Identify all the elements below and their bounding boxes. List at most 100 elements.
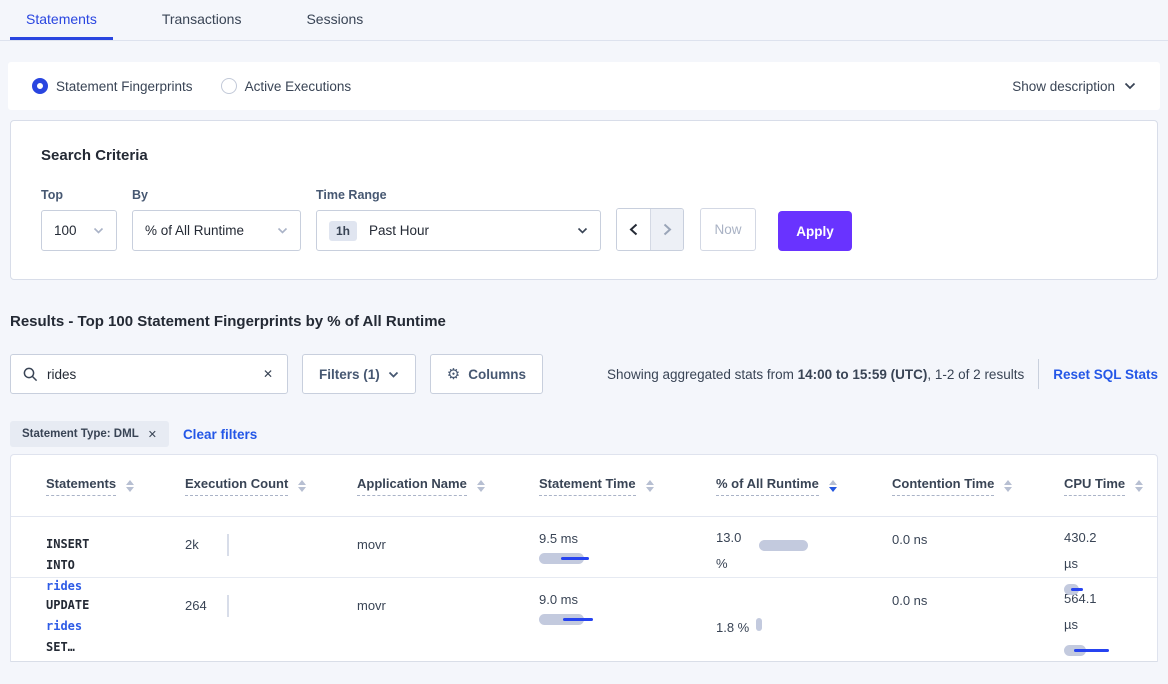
header-contention-time: Contention Time bbox=[892, 455, 1064, 516]
sort-icon[interactable] bbox=[298, 480, 306, 492]
cpu-time-cell: 430.2 µs bbox=[1064, 517, 1157, 597]
previous-time-button[interactable] bbox=[617, 209, 650, 250]
top-select[interactable]: 100 bbox=[41, 210, 117, 251]
sort-icon[interactable] bbox=[1004, 480, 1012, 492]
filter-pill-statement-type[interactable]: Statement Type: DML ✕ bbox=[10, 421, 169, 447]
header-label[interactable]: Contention Time bbox=[892, 476, 994, 496]
time-range-label: Time Range bbox=[316, 188, 601, 202]
cpu-time-bar bbox=[1064, 645, 1157, 657]
header-label[interactable]: Execution Count bbox=[185, 476, 288, 496]
active-filters-row: Statement Type: DML ✕ Clear filters bbox=[10, 421, 1168, 447]
tab-statements[interactable]: Statements bbox=[10, 0, 113, 40]
by-select[interactable]: % of All Runtime bbox=[132, 210, 301, 251]
radio-label: Statement Fingerprints bbox=[56, 79, 193, 94]
time-range-select[interactable]: 1h Past Hour bbox=[316, 210, 601, 251]
header-label[interactable]: CPU Time bbox=[1064, 476, 1125, 496]
chevron-right-icon bbox=[663, 223, 672, 236]
execution-count-cell: 264 bbox=[185, 578, 357, 661]
time-range-value: Past Hour bbox=[369, 223, 429, 238]
statement-time-bar bbox=[539, 614, 716, 626]
sort-icon[interactable] bbox=[646, 480, 654, 492]
filters-label: Filters (1) bbox=[319, 367, 380, 382]
apply-button[interactable]: Apply bbox=[778, 211, 852, 251]
header-label[interactable]: Statements bbox=[46, 476, 116, 496]
search-input[interactable] bbox=[47, 367, 261, 382]
statement-time-cell: 9.0 ms bbox=[539, 578, 716, 661]
time-range-field: Time Range 1h Past Hour bbox=[316, 188, 601, 251]
statement-time-value: 9.5 ms bbox=[539, 531, 716, 546]
statement-text: SET… bbox=[46, 640, 75, 654]
by-label: By bbox=[132, 188, 301, 202]
radio-statement-fingerprints[interactable]: Statement Fingerprints bbox=[32, 78, 193, 94]
clear-search-icon[interactable]: ✕ bbox=[261, 365, 275, 383]
show-description-label: Show description bbox=[1012, 79, 1115, 94]
contention-time-cell: 0.0 ns bbox=[892, 578, 1064, 661]
statement-text: INSERT INTO bbox=[46, 537, 89, 572]
search-criteria-title: Search Criteria bbox=[41, 147, 1127, 164]
percent-runtime-value: 13.0 % bbox=[716, 525, 752, 577]
clear-filters-link[interactable]: Clear filters bbox=[183, 427, 257, 442]
header-statements: Statements bbox=[11, 455, 185, 516]
next-time-button[interactable] bbox=[650, 209, 683, 250]
application-name-cell: movr bbox=[357, 578, 539, 661]
execution-count-bar bbox=[227, 595, 229, 617]
gear-icon: ⚙ bbox=[447, 365, 460, 383]
columns-button[interactable]: ⚙ Columns bbox=[430, 354, 543, 394]
execution-count-bar bbox=[227, 534, 229, 556]
cpu-time-value: 430.2 µs bbox=[1064, 525, 1106, 577]
table-header-row: Statements Execution Count Application N… bbox=[11, 455, 1157, 517]
statements-table: Statements Execution Count Application N… bbox=[10, 454, 1158, 662]
cpu-time-bar bbox=[1064, 584, 1157, 596]
sort-icon[interactable] bbox=[477, 480, 485, 492]
sort-icon[interactable] bbox=[126, 480, 134, 492]
aggregated-stats-text: Showing aggregated stats from 14:00 to 1… bbox=[607, 367, 1024, 382]
view-toggle-bar: Statement Fingerprints Active Executions… bbox=[8, 62, 1160, 110]
statement-cell: UPDATE rides SET… bbox=[11, 578, 117, 661]
vertical-divider bbox=[1038, 359, 1039, 389]
radio-selected-icon bbox=[32, 78, 48, 94]
radio-unselected-icon bbox=[221, 78, 237, 94]
reset-sql-stats-link[interactable]: Reset SQL Stats bbox=[1053, 367, 1158, 382]
chevron-down-icon bbox=[1124, 82, 1136, 90]
chevron-left-icon bbox=[629, 223, 638, 236]
by-select-value: % of All Runtime bbox=[145, 223, 244, 238]
show-description-toggle[interactable]: Show description bbox=[1012, 79, 1136, 94]
execution-count-value: 264 bbox=[185, 598, 227, 613]
header-cpu-time: CPU Time bbox=[1064, 455, 1157, 516]
sort-icon[interactable] bbox=[1135, 480, 1143, 492]
results-controls: ✕ Filters (1) ⚙ Columns Showing aggregat… bbox=[10, 354, 1158, 394]
radio-active-executions[interactable]: Active Executions bbox=[221, 78, 352, 94]
chevron-down-icon bbox=[277, 227, 288, 234]
statement-search-box: ✕ bbox=[10, 354, 288, 394]
percent-runtime-value: 1.8 % bbox=[716, 620, 749, 635]
remove-filter-icon[interactable]: ✕ bbox=[148, 428, 157, 441]
header-execution-count: Execution Count bbox=[185, 455, 357, 516]
top-field: Top 100 bbox=[41, 188, 117, 251]
stats-time-range: 14:00 to 15:59 (UTC) bbox=[798, 367, 928, 382]
chevron-down-icon bbox=[577, 227, 588, 234]
radio-label: Active Executions bbox=[245, 79, 352, 94]
header-label[interactable]: Statement Time bbox=[539, 476, 636, 496]
statement-time-value: 9.0 ms bbox=[539, 592, 716, 607]
now-button[interactable]: Now bbox=[700, 208, 756, 251]
tab-transactions[interactable]: Transactions bbox=[146, 0, 258, 40]
sort-icon-active-desc[interactable] bbox=[829, 480, 837, 492]
header-label[interactable]: % of All Runtime bbox=[716, 476, 819, 496]
results-heading: Results - Top 100 Statement Fingerprints… bbox=[10, 313, 1168, 330]
by-field: By % of All Runtime bbox=[132, 188, 301, 251]
tab-sessions[interactable]: Sessions bbox=[290, 0, 379, 40]
filter-pill-label: Statement Type: DML bbox=[22, 428, 139, 440]
table-row: INSERT INTO rides 2k movr 9.5 ms 13.0 % … bbox=[11, 517, 1157, 578]
chevron-down-icon bbox=[93, 227, 104, 234]
search-icon bbox=[23, 367, 38, 382]
filters-button[interactable]: Filters (1) bbox=[302, 354, 416, 394]
table-row: UPDATE rides SET… 264 movr 9.0 ms 1.8 % … bbox=[11, 578, 1157, 662]
header-application-name: Application Name bbox=[357, 455, 539, 516]
time-range-badge: 1h bbox=[329, 221, 357, 241]
statement-time-bar bbox=[539, 553, 716, 565]
statement-link[interactable]: rides bbox=[46, 619, 82, 633]
chevron-down-icon bbox=[388, 371, 399, 378]
top-label: Top bbox=[41, 188, 117, 202]
header-label[interactable]: Application Name bbox=[357, 476, 467, 496]
search-criteria-controls: Top 100 By % of All Runtime Time Range 1… bbox=[41, 188, 1127, 251]
